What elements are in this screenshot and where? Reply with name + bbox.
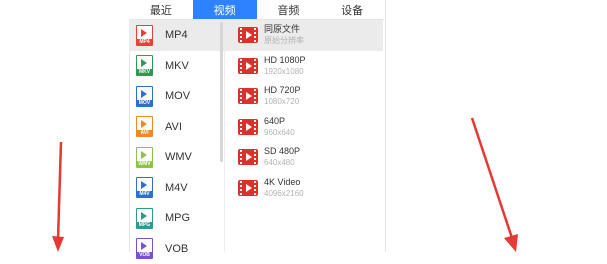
- format-label: WMV: [165, 151, 192, 163]
- resolution-size: 640x480: [264, 157, 300, 169]
- video-file-icon: M4V: [136, 177, 153, 198]
- resolution-name: HD 1080P: [264, 54, 306, 66]
- left-red-arrow: [48, 140, 72, 252]
- resolution-size: 1080x720: [264, 96, 301, 108]
- play-icon: [246, 31, 252, 39]
- format-badge: M4V: [137, 191, 152, 197]
- format-badge: VOB: [137, 252, 152, 258]
- format-label: MPG: [165, 212, 190, 224]
- resolution-item[interactable]: HD 720P1080x720: [225, 81, 383, 112]
- resolution-item[interactable]: 4K Video4096x2160: [225, 173, 383, 204]
- play-icon: [246, 92, 252, 100]
- resolution-text: 4K Video4096x2160: [264, 176, 304, 200]
- film-icon: [238, 119, 258, 135]
- resolution-text: 640P960x640: [264, 115, 295, 139]
- video-file-icon: VOB: [136, 238, 153, 259]
- format-list: MP4MP4MKVMKVMOVMOVAVIAVIWMVWMVM4VM4VMPGM…: [129, 20, 224, 264]
- film-perforation: [254, 181, 256, 195]
- film-icon: [238, 180, 258, 196]
- left-arrow-head: [52, 236, 64, 252]
- format-item[interactable]: MOV MOV: [129, 81, 224, 112]
- resolution-name: SD 480P: [264, 145, 300, 157]
- format-badge: WMV: [137, 161, 152, 167]
- format-badge: MOV: [137, 100, 152, 106]
- film-perforation: [240, 150, 242, 164]
- format-badge: MP4: [137, 39, 152, 45]
- film-perforation: [254, 150, 256, 164]
- format-item[interactable]: MKV MKV: [129, 51, 224, 82]
- resolution-name: HD 720P: [264, 84, 301, 96]
- video-file-icon: MP4: [136, 25, 153, 46]
- tab-3[interactable]: 设备: [320, 0, 384, 19]
- film-icon: [238, 58, 258, 74]
- film-perforation: [240, 59, 242, 73]
- film-icon: [238, 149, 258, 165]
- resolution-name: 4K Video: [264, 176, 304, 188]
- format-label: VOB: [165, 243, 188, 255]
- video-file-icon: MKV: [136, 55, 153, 76]
- resolution-size: 原始分辨率: [264, 35, 304, 47]
- film-perforation: [240, 89, 242, 103]
- film-perforation: [240, 120, 242, 134]
- film-icon: [238, 27, 258, 43]
- film-icon: [238, 88, 258, 104]
- film-perforation: [240, 181, 242, 195]
- video-file-icon: AVI: [136, 116, 153, 137]
- resolution-item[interactable]: SD 480P640x480: [225, 142, 383, 173]
- format-item[interactable]: MPG MPG: [129, 203, 224, 234]
- format-tabs: 最近视频音频设备: [129, 0, 384, 20]
- right-red-arrow: [466, 116, 526, 252]
- play-icon: [246, 153, 252, 161]
- format-label: MKV: [165, 60, 189, 72]
- format-badge: AVI: [137, 130, 152, 136]
- resolution-name: 640P: [264, 115, 295, 127]
- resolution-item[interactable]: HD 1080P1920x1080: [225, 51, 383, 82]
- resolution-name: 同原文件: [264, 23, 304, 35]
- format-label: MOV: [165, 90, 190, 102]
- format-item[interactable]: WMV WMV: [129, 142, 224, 173]
- video-file-icon: MOV: [136, 86, 153, 107]
- film-perforation: [254, 59, 256, 73]
- play-icon: [246, 62, 252, 70]
- resolution-text: SD 480P640x480: [264, 145, 300, 169]
- resolution-item[interactable]: 同原文件原始分辨率: [225, 20, 383, 51]
- format-item[interactable]: MP4 MP4: [129, 20, 224, 51]
- film-perforation: [254, 89, 256, 103]
- format-badge: MPG: [137, 222, 152, 228]
- resolution-list: 同原文件原始分辨率 HD 1080P1920x1080 HD 720P1080x72…: [225, 20, 383, 203]
- tab-2[interactable]: 音频: [257, 0, 321, 19]
- left-arrow-shaft: [58, 142, 61, 240]
- film-perforation: [254, 120, 256, 134]
- play-icon: [246, 184, 252, 192]
- format-item[interactable]: VOB VOB: [129, 234, 224, 264]
- format-item[interactable]: AVI AVI: [129, 112, 224, 143]
- format-label: AVI: [165, 121, 182, 133]
- video-file-icon: WMV: [136, 147, 153, 168]
- resolution-size: 4096x2160: [264, 188, 304, 200]
- film-perforation: [240, 28, 242, 42]
- format-label: MP4: [165, 29, 188, 41]
- resolution-size: 1920x1080: [264, 66, 306, 78]
- resolution-item[interactable]: 640P960x640: [225, 112, 383, 143]
- play-icon: [246, 123, 252, 131]
- resolution-text: 同原文件原始分辨率: [264, 23, 304, 47]
- tab-1[interactable]: 视频: [193, 0, 257, 19]
- right-arrow-head: [504, 234, 518, 252]
- format-label: M4V: [165, 182, 188, 194]
- resolution-text: HD 720P1080x720: [264, 84, 301, 108]
- film-perforation: [254, 28, 256, 42]
- format-item[interactable]: M4V M4V: [129, 173, 224, 204]
- format-badge: MKV: [137, 69, 152, 75]
- tab-0[interactable]: 最近: [129, 0, 193, 19]
- right-arrow-shaft: [472, 118, 512, 238]
- format-list-scrollbar[interactable]: [220, 22, 223, 162]
- resolution-size: 960x640: [264, 127, 295, 139]
- video-file-icon: MPG: [136, 208, 153, 229]
- resolution-text: HD 1080P1920x1080: [264, 54, 306, 78]
